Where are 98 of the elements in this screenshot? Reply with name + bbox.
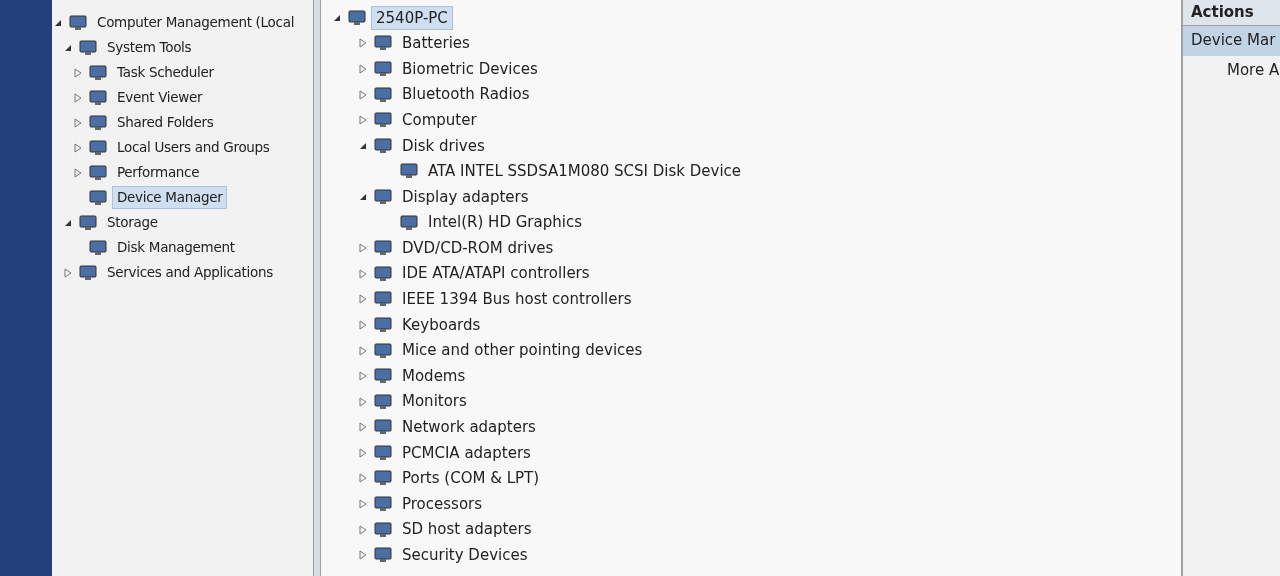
device-icon [373, 239, 393, 258]
expand-arrow-icon[interactable] [359, 294, 367, 305]
tree-item[interactable]: Keyboards [397, 312, 486, 338]
expand-arrow-icon[interactable] [359, 422, 367, 433]
collapse-arrow-icon[interactable] [54, 18, 62, 27]
expand-arrow-icon[interactable] [359, 38, 367, 49]
tree-item[interactable]: IEEE 1394 Bus host controllers [397, 287, 637, 312]
device-icon [78, 263, 98, 282]
device-icon [88, 163, 108, 182]
tree-item[interactable]: Disk Management [112, 236, 240, 259]
tree-item[interactable]: Computer Management (Local [92, 11, 300, 34]
expand-arrow-icon[interactable] [74, 92, 82, 103]
device-icon [88, 138, 108, 157]
expand-arrow-icon[interactable] [359, 371, 367, 382]
action-item[interactable]: More A [1183, 55, 1280, 86]
tree-item[interactable]: Task Scheduler [112, 61, 219, 84]
expand-arrow-icon[interactable] [359, 447, 367, 458]
device-icon [373, 111, 393, 130]
expand-arrow-icon[interactable] [359, 524, 367, 535]
expand-arrow-icon[interactable] [359, 115, 367, 126]
device-icon [373, 469, 393, 488]
tree-item[interactable]: Biometric Devices [397, 56, 543, 82]
device-icon [68, 13, 88, 32]
tree-item[interactable]: Storage [102, 211, 163, 234]
collapse-arrow-icon[interactable] [359, 192, 367, 201]
device-icon [399, 162, 419, 181]
actions-header: Actions [1183, 0, 1280, 26]
collapse-arrow-icon[interactable] [64, 218, 72, 227]
device-icon [373, 187, 393, 206]
expand-arrow-icon[interactable] [359, 319, 367, 330]
tree-item[interactable]: Ports (COM & LPT) [397, 466, 545, 491]
expand-arrow-icon[interactable] [64, 267, 72, 278]
tree-item[interactable]: Local Users and Groups [112, 136, 275, 159]
device-icon [88, 88, 108, 107]
device-icon [88, 188, 108, 207]
device-icon [88, 238, 108, 257]
tree-item[interactable]: Mice and other pointing devices [397, 338, 648, 363]
device-icon [373, 520, 393, 539]
device-icon [373, 85, 393, 104]
expand-arrow-icon[interactable] [74, 142, 82, 153]
tree-item[interactable]: Batteries [397, 31, 475, 56]
device-icon [373, 443, 393, 462]
expand-arrow-icon[interactable] [359, 89, 367, 100]
collapse-arrow-icon[interactable] [64, 43, 72, 52]
device-icon [78, 213, 98, 232]
tree-item[interactable]: PCMCIA adapters [397, 440, 536, 466]
device-icon [373, 367, 393, 386]
tree-item[interactable]: Intel(R) HD Graphics [423, 210, 587, 235]
tree-item[interactable]: DVD/CD-ROM drives [397, 235, 559, 261]
expand-arrow-icon[interactable] [359, 243, 367, 254]
tree-item[interactable]: Bluetooth Radios [397, 82, 535, 107]
expand-arrow-icon[interactable] [359, 473, 367, 484]
device-icon [373, 341, 393, 360]
tree-item[interactable]: Modems [397, 363, 471, 389]
tree-item[interactable]: Services and Applications [102, 261, 278, 284]
tree-item[interactable]: Monitors [397, 389, 472, 414]
device-icon [373, 136, 393, 155]
expand-arrow-icon[interactable] [359, 268, 367, 279]
expand-arrow-icon[interactable] [359, 396, 367, 407]
expand-arrow-icon[interactable] [359, 499, 367, 510]
tree-item[interactable]: Display adapters [397, 184, 534, 210]
tree-item[interactable]: System Tools [102, 36, 197, 59]
device-icon [373, 546, 393, 565]
tree-item[interactable]: Processors [397, 491, 488, 517]
collapse-arrow-icon[interactable] [333, 13, 341, 22]
tree-item[interactable]: Performance [112, 161, 205, 184]
device-icon [347, 8, 367, 27]
expand-arrow-icon[interactable] [74, 67, 82, 78]
tree-item[interactable]: Computer [397, 107, 482, 133]
device-icon [373, 418, 393, 437]
tree-item[interactable]: ATA INTEL SSDSA1M080 SCSI Disk Device [423, 159, 747, 184]
tree-item[interactable]: Shared Folders [112, 111, 219, 134]
tree-item[interactable]: Device Manager [112, 186, 228, 209]
device-icon [373, 264, 393, 283]
device-icon [373, 315, 393, 334]
tree-item[interactable]: Security Devices [397, 543, 533, 568]
collapse-arrow-icon[interactable] [359, 141, 367, 150]
device-icon [373, 290, 393, 309]
tree-item[interactable]: Disk drives [397, 133, 490, 158]
device-icon [373, 34, 393, 53]
device-icon [88, 63, 108, 82]
expand-arrow-icon[interactable] [359, 345, 367, 356]
device-icon [373, 60, 393, 78]
device-icon [78, 38, 98, 57]
action-item[interactable]: Device Mar [1183, 25, 1280, 56]
device-icon [373, 495, 393, 514]
tree-item[interactable]: 2540P-PC [371, 5, 453, 31]
tree-item[interactable]: Event Viewer [112, 86, 208, 109]
device-icon [399, 213, 419, 232]
tree-item[interactable]: IDE ATA/ATAPI controllers [397, 261, 595, 286]
device-icon [373, 392, 393, 411]
expand-arrow-icon[interactable] [74, 167, 82, 178]
tree-item[interactable]: SD host adapters [397, 517, 537, 542]
tree-item[interactable]: Network adapters [397, 415, 541, 440]
device-icon [88, 113, 108, 132]
expand-arrow-icon[interactable] [359, 64, 367, 74]
expand-arrow-icon[interactable] [74, 117, 82, 128]
expand-arrow-icon[interactable] [359, 550, 367, 561]
